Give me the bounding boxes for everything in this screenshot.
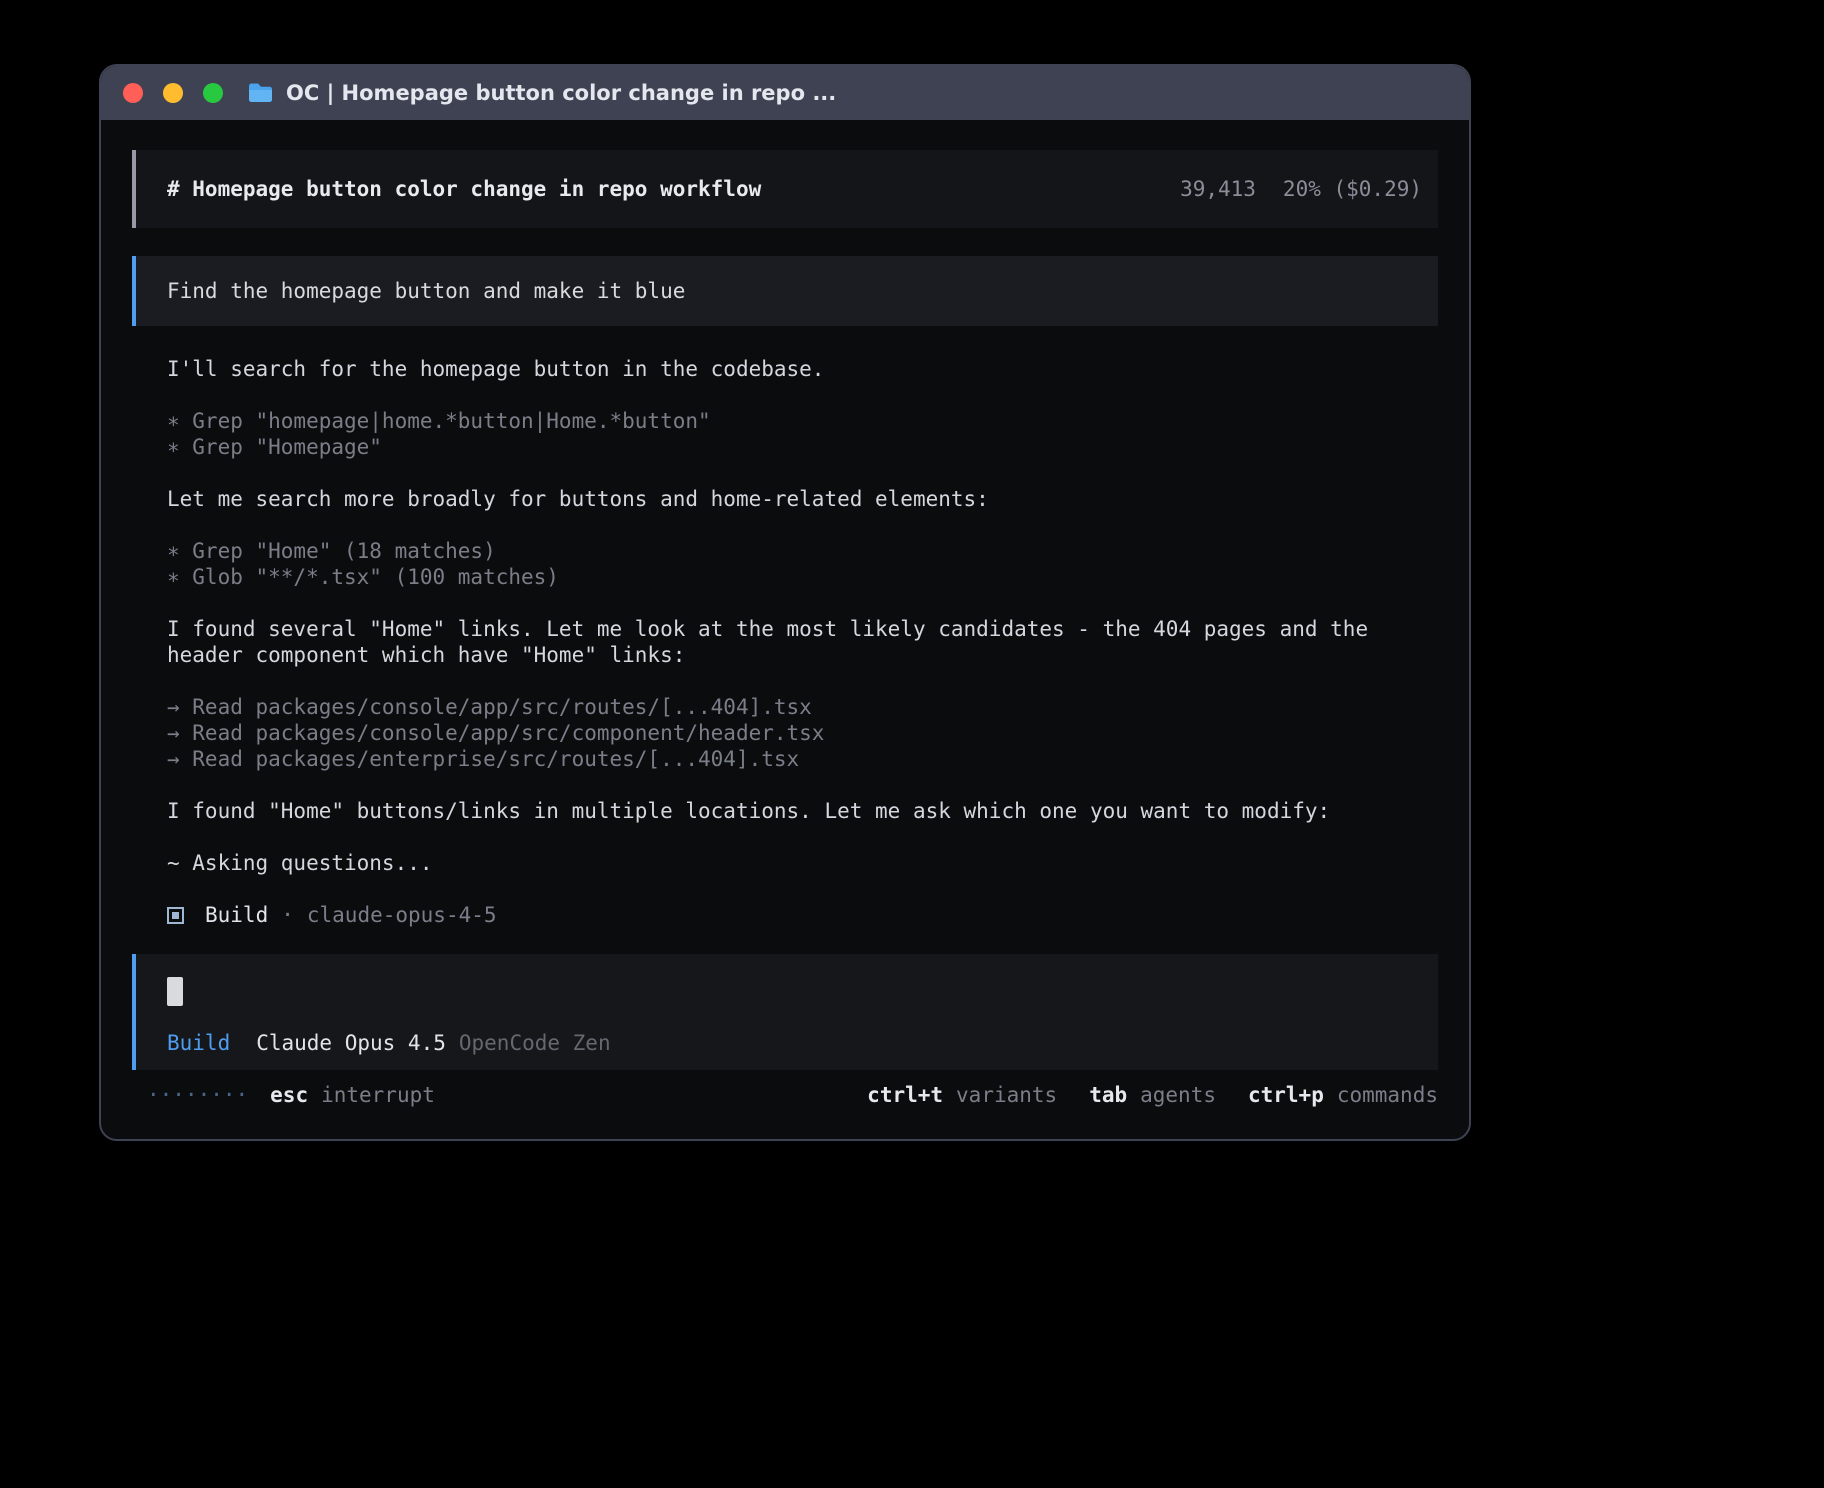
ctrl-t-key: ctrl+t — [867, 1082, 943, 1108]
tool-call-grep[interactable]: ∗ Grep "Homepage" — [167, 434, 1441, 460]
esc-key: esc — [270, 1082, 308, 1108]
agent-separator: · — [281, 902, 294, 928]
assistant-text-candidates: I found several "Home" links. Let me loo… — [167, 616, 1441, 668]
tab-key: tab — [1089, 1082, 1127, 1108]
context-usage: 20% ($0.29) — [1283, 176, 1422, 202]
session-header: # Homepage button color change in repo w… — [132, 150, 1438, 228]
spinner-dots: ········ — [147, 1082, 248, 1108]
assistant-text-ask: I found "Home" buttons/links in multiple… — [167, 798, 1441, 824]
shortcut-interrupt: esc interrupt — [270, 1082, 435, 1108]
asking-questions-status: ~ Asking questions... — [167, 850, 1441, 876]
terminal-window: OC | Homepage button color change in rep… — [99, 64, 1471, 1141]
ctrl-p-key: ctrl+p — [1248, 1082, 1324, 1108]
tool-call-group-2: ∗ Grep "Home" (18 matches) ∗ Glob "**/*.… — [167, 538, 1441, 590]
prompt-input[interactable]: Build Claude Opus 4.5 OpenCode Zen — [132, 954, 1438, 1070]
terminal-content: # Homepage button color change in repo w… — [101, 120, 1469, 1139]
tool-call-group-3: → Read packages/console/app/src/routes/[… — [167, 694, 1441, 772]
close-button[interactable] — [123, 83, 143, 103]
minimize-button[interactable] — [163, 83, 183, 103]
status-bar: ········ esc interrupt ctrl+t variants t… — [132, 1082, 1438, 1108]
agents-label: agents — [1140, 1082, 1216, 1108]
window-title-group: OC | Homepage button color change in rep… — [247, 81, 836, 105]
tool-call-read[interactable]: → Read packages/console/app/src/routes/[… — [167, 694, 1441, 720]
input-model-label[interactable]: Claude Opus 4.5 — [256, 1030, 446, 1056]
assistant-text-broader: Let me search more broadly for buttons a… — [167, 486, 1441, 512]
folder-icon — [247, 82, 274, 104]
variants-label: variants — [956, 1082, 1057, 1108]
session-title: # Homepage button color change in repo w… — [167, 176, 761, 202]
esc-label: interrupt — [321, 1082, 435, 1108]
tool-call-grep[interactable]: ∗ Grep "homepage|home.*button|Home.*butt… — [167, 408, 1441, 434]
transcript: I'll search for the homepage button in t… — [167, 356, 1441, 954]
agent-name: Build — [205, 902, 268, 928]
zoom-button[interactable] — [203, 83, 223, 103]
shortcut-variants: ctrl+t variants — [867, 1082, 1057, 1108]
tool-call-grep[interactable]: ∗ Grep "Home" (18 matches) — [167, 538, 1441, 564]
tool-call-group-1: ∗ Grep "homepage|home.*button|Home.*butt… — [167, 408, 1441, 460]
input-meta: Build Claude Opus 4.5 OpenCode Zen — [167, 1030, 1407, 1056]
tool-call-read[interactable]: → Read packages/enterprise/src/routes/[.… — [167, 746, 1441, 772]
session-stats: 39,413 20% ($0.29) — [1180, 176, 1422, 202]
traffic-lights — [123, 83, 223, 103]
user-message-text: Find the homepage button and make it blu… — [167, 278, 685, 304]
agent-status-line: Build · claude-opus-4-5 — [167, 902, 1441, 928]
tool-call-glob[interactable]: ∗ Glob "**/*.tsx" (100 matches) — [167, 564, 1441, 590]
shortcut-agents: tab agents — [1089, 1082, 1216, 1108]
window-title: OC | Homepage button color change in rep… — [286, 81, 836, 105]
tool-call-read[interactable]: → Read packages/console/app/src/componen… — [167, 720, 1441, 746]
shortcut-commands: ctrl+p commands — [1248, 1082, 1438, 1108]
agent-task-icon — [167, 907, 184, 924]
agent-model: claude-opus-4-5 — [307, 902, 497, 928]
titlebar[interactable]: OC | Homepage button color change in rep… — [101, 66, 1469, 120]
token-count: 39,413 — [1180, 176, 1256, 202]
input-mode-badge[interactable]: Build — [167, 1030, 230, 1056]
text-cursor — [167, 977, 183, 1006]
commands-label: commands — [1337, 1082, 1438, 1108]
user-message: Find the homepage button and make it blu… — [132, 256, 1438, 326]
assistant-text-intro: I'll search for the homepage button in t… — [167, 356, 1441, 382]
input-provider-label: OpenCode Zen — [459, 1030, 611, 1056]
